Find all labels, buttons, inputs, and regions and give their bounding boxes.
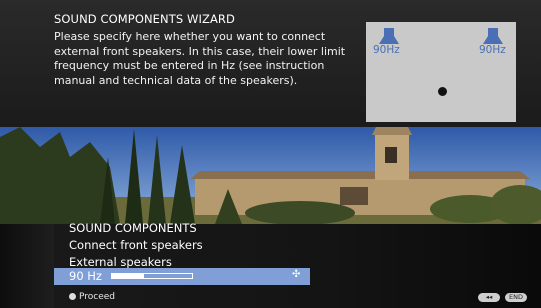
frequency-value: 90 Hz bbox=[69, 269, 102, 283]
speaker-diagram: 90Hz 90Hz bbox=[366, 22, 516, 122]
background-photo bbox=[0, 127, 541, 224]
navigation-arrows-icon: ✣ bbox=[292, 269, 301, 280]
menu-item-external-speakers[interactable]: External speakers bbox=[69, 255, 172, 269]
right-speaker-icon bbox=[483, 28, 503, 44]
menu-left-edge bbox=[0, 224, 54, 308]
back-button[interactable]: ◂◂ bbox=[478, 293, 500, 302]
wizard-description: Please specify here whether you want to … bbox=[54, 30, 346, 87]
left-speaker-frequency: 90Hz bbox=[373, 44, 400, 56]
frequency-slider-fill bbox=[112, 274, 144, 278]
proceed-label: Proceed bbox=[79, 292, 116, 302]
menu-item-connect-front-speakers[interactable]: Connect front speakers bbox=[69, 238, 203, 252]
menu-heading: SOUND COMPONENTS bbox=[69, 221, 197, 235]
left-speaker-icon bbox=[379, 28, 399, 44]
frequency-slider[interactable] bbox=[111, 273, 193, 279]
end-button[interactable]: END bbox=[505, 293, 527, 302]
right-speaker-frequency: 90Hz bbox=[479, 44, 506, 56]
frequency-selector-row[interactable]: 90 Hz ✣ bbox=[54, 268, 310, 285]
listener-position-dot bbox=[438, 87, 447, 96]
wizard-title: SOUND COMPONENTS WIZARD bbox=[54, 12, 235, 26]
proceed-hint[interactable]: Proceed bbox=[69, 292, 115, 302]
wizard-panel: SOUND COMPONENTS WIZARD Please specify h… bbox=[0, 0, 541, 127]
ok-button-icon bbox=[69, 293, 76, 300]
